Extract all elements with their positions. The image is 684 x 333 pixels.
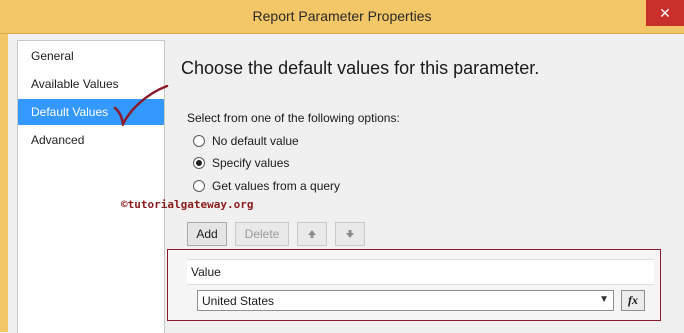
arrow-down-icon bbox=[346, 230, 354, 238]
arrow-up-icon bbox=[308, 230, 316, 238]
radio-button[interactable] bbox=[193, 157, 205, 169]
radio-button[interactable] bbox=[193, 135, 205, 147]
sidebar-item-general[interactable]: General bbox=[18, 43, 164, 69]
value-column-header: Value bbox=[187, 259, 654, 285]
move-up-button[interactable] bbox=[297, 222, 327, 246]
value-header-label: Value bbox=[191, 265, 221, 279]
checkmark-annotation bbox=[113, 84, 169, 126]
chevron-down-icon[interactable]: ▼ bbox=[599, 294, 609, 305]
close-button[interactable]: ✕ bbox=[646, 0, 684, 26]
value-text: United States bbox=[202, 294, 275, 308]
radio-button[interactable] bbox=[193, 180, 205, 192]
page-title: Choose the default values for this param… bbox=[181, 58, 540, 78]
value-dropdown[interactable]: United States ▼ bbox=[197, 290, 614, 311]
radio-selected-dot bbox=[196, 160, 202, 166]
add-button[interactable]: Add bbox=[187, 222, 227, 246]
radio-label: Specify values bbox=[212, 156, 290, 170]
window-border bbox=[0, 33, 8, 332]
radio-label: Get values from a query bbox=[212, 179, 341, 193]
sidebar-item-advanced[interactable]: Advanced bbox=[18, 127, 164, 153]
radio-label: No default value bbox=[212, 134, 299, 148]
watermark: ©tutorialgateway.org bbox=[121, 198, 254, 211]
options-label: Select from one of the following options… bbox=[187, 111, 400, 125]
delete-button[interactable]: Delete bbox=[235, 222, 289, 246]
expression-button[interactable]: fx bbox=[621, 290, 645, 311]
move-down-button[interactable] bbox=[335, 222, 365, 246]
window-title: Report Parameter Properties bbox=[252, 8, 432, 24]
